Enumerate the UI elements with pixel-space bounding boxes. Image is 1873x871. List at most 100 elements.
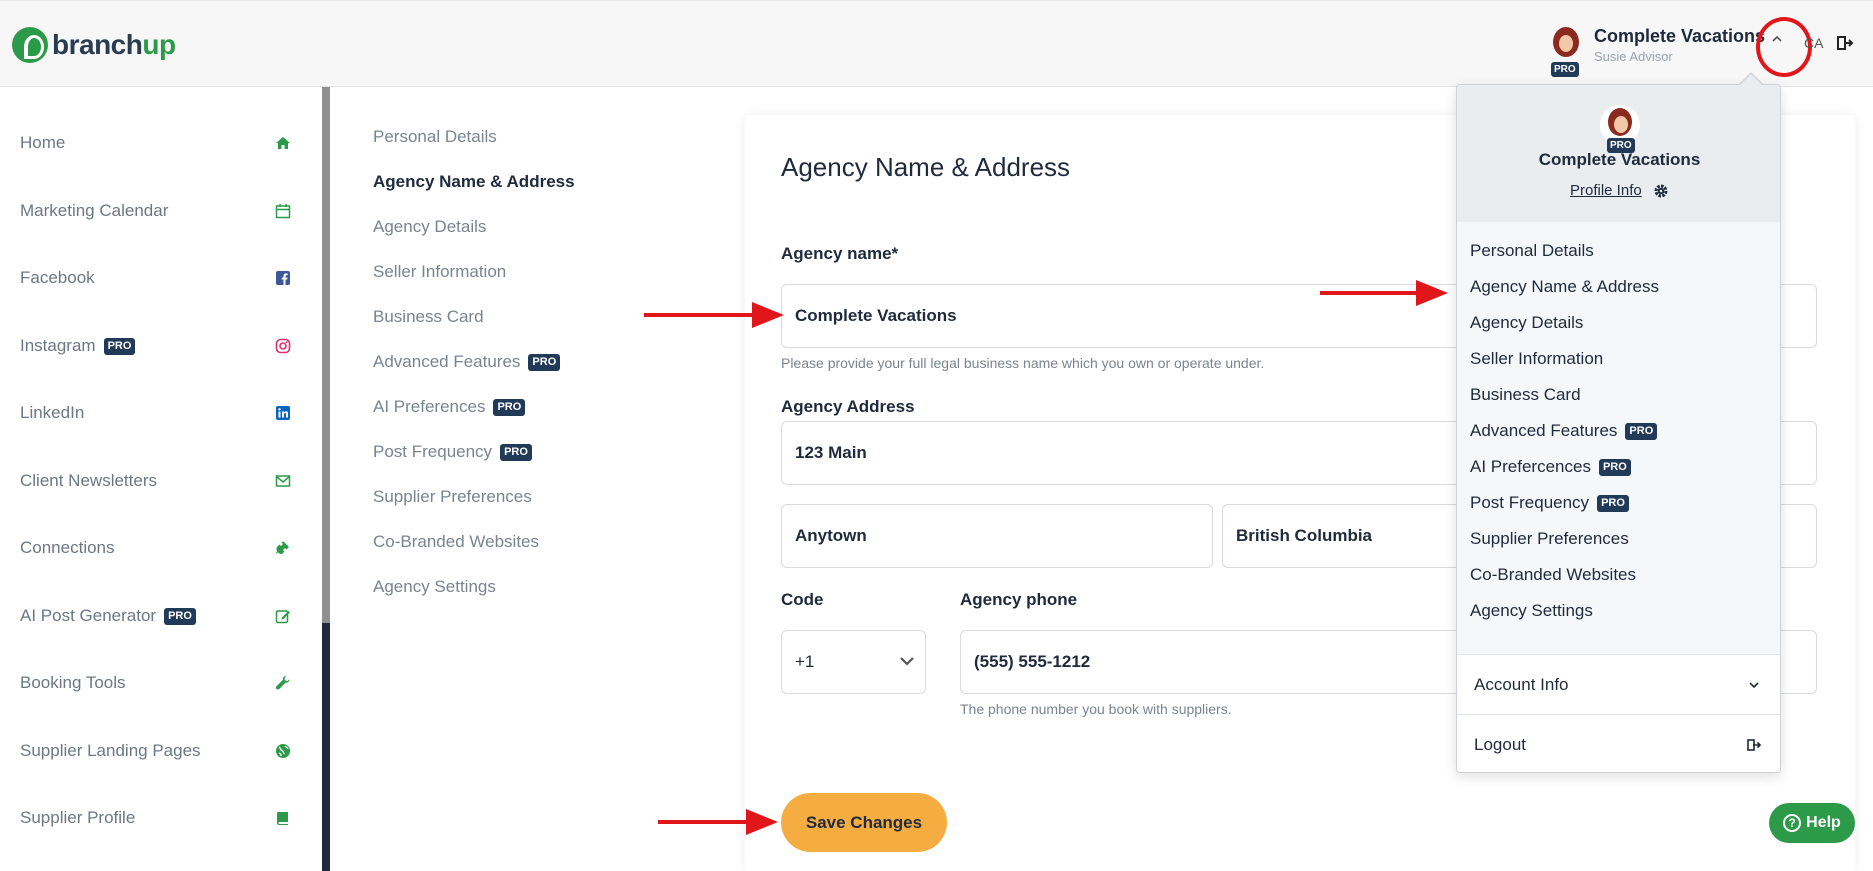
app-root: branchup PRO Complete Vacations Susie Ad…	[0, 0, 1873, 871]
logo-text-up: up	[142, 29, 176, 60]
avatar-face-icon	[1553, 27, 1579, 57]
settings-nav-label: Agency Name & Address	[373, 172, 575, 191]
sidebar-item-label: Supplier Profile	[20, 808, 136, 827]
country-code-value: +1	[795, 652, 815, 671]
agency-phone-label: Agency phone	[960, 590, 1078, 609]
dropdown-item-advanced-features[interactable]: Advanced Features PRO	[1470, 421, 1658, 441]
header-user-name: Susie Advisor	[1594, 49, 1673, 64]
header-pro-badge: PRO	[1551, 62, 1579, 77]
save-changes-button[interactable]: Save Changes	[781, 793, 947, 852]
agency-name-label: Agency name*	[781, 244, 899, 263]
chevron-up-icon[interactable]	[1767, 31, 1787, 51]
sidebar-item-label: AI Post Generator	[20, 606, 157, 625]
dropdown-header: PRO Complete Vacations Profile Info	[1457, 85, 1780, 222]
plug-icon	[274, 539, 292, 557]
sidebar-scrollbar-thumb[interactable]	[322, 87, 330, 623]
dropdown-item-business-card[interactable]: Business Card	[1470, 385, 1581, 405]
sidebar-item-linkedin[interactable]: LinkedIn	[20, 398, 300, 428]
dropdown-item-post-frequency[interactable]: Post Frequency PRO	[1470, 493, 1629, 513]
logo-text-branch: branch	[52, 29, 143, 60]
branchup-logo[interactable]: branchup	[12, 25, 176, 65]
annotation-arrow-save	[658, 809, 778, 835]
instagram-icon	[274, 337, 292, 355]
sidebar-item-connections[interactable]: Connections	[20, 533, 300, 563]
settings-nav-supplier-preferences[interactable]: Supplier Preferences	[373, 487, 532, 507]
envelope-icon	[274, 472, 292, 490]
help-button[interactable]: ? Help	[1769, 803, 1855, 843]
profile-info-link[interactable]: Profile Info	[1570, 182, 1642, 199]
account-dropdown: PRO Complete Vacations Profile Info Pers…	[1456, 84, 1781, 773]
dropdown-item-personal-details[interactable]: Personal Details	[1470, 241, 1594, 261]
linkedin-icon	[274, 404, 292, 422]
sidebar-item-label: Booking Tools	[20, 673, 126, 692]
dropdown-item-agency-settings[interactable]: Agency Settings	[1470, 601, 1593, 621]
city-input[interactable]: Anytown	[781, 504, 1213, 568]
chevron-down-icon	[1746, 677, 1762, 693]
sidebar-item-label: Client Newsletters	[20, 471, 157, 490]
sidebar-item-label: Instagram	[20, 336, 96, 355]
sidebar-item-facebook[interactable]: Facebook	[20, 263, 300, 293]
sidebar-item-home[interactable]: Home	[20, 128, 300, 158]
pro-badge: PRO	[493, 398, 526, 416]
dropdown-caret-inner	[1740, 74, 1762, 85]
settings-nav-co-branded-websites[interactable]: Co-Branded Websites	[373, 532, 539, 552]
language-toggle[interactable]: CA	[1804, 35, 1823, 51]
settings-nav-agency-settings[interactable]: Agency Settings	[373, 577, 496, 597]
dropdown-item-agency-details[interactable]: Agency Details	[1470, 313, 1583, 333]
country-code-select[interactable]: +1	[781, 630, 926, 694]
settings-nav-seller-information[interactable]: Seller Information	[373, 262, 506, 282]
sidebar-item-booking-tools[interactable]: Booking Tools	[20, 668, 300, 698]
dropdown-item-label: Business Card	[1470, 385, 1581, 404]
sidebar-item-marketing-calendar[interactable]: Marketing Calendar	[20, 196, 300, 226]
logout-label: Logout	[1474, 735, 1526, 754]
branchup-logo-mark-icon	[12, 27, 48, 63]
dropdown-item-label: Supplier Preferences	[1470, 529, 1629, 548]
header-account-name[interactable]: Complete Vacations	[1594, 26, 1765, 47]
dropdown-item-ai-preferences[interactable]: AI Prefercences PRO	[1470, 457, 1631, 477]
dropdown-item-co-branded-websites[interactable]: Co-Branded Websites	[1470, 565, 1636, 585]
sidebar-item-instagram[interactable]: Instagram PRO	[20, 331, 300, 361]
chevron-down-icon	[899, 653, 915, 669]
home-icon	[274, 134, 292, 152]
help-label: Help	[1806, 814, 1841, 831]
pro-badge: PRO	[1597, 494, 1629, 512]
settings-nav-label: Business Card	[373, 307, 484, 326]
dropdown-item-supplier-preferences[interactable]: Supplier Preferences	[1470, 529, 1629, 549]
dropdown-item-seller-information[interactable]: Seller Information	[1470, 349, 1603, 369]
settings-nav-ai-preferences[interactable]: AI Preferences PRO	[373, 397, 526, 417]
header-avatar[interactable]	[1549, 27, 1583, 67]
settings-nav-label: Personal Details	[373, 127, 497, 146]
sidebar-item-client-newsletters[interactable]: Client Newsletters	[20, 466, 300, 496]
page-title: Agency Name & Address	[781, 152, 1071, 182]
settings-nav-agency-name-address[interactable]: Agency Name & Address	[373, 172, 575, 192]
settings-nav-personal-details[interactable]: Personal Details	[373, 127, 497, 147]
dropdown-item-label: Seller Information	[1470, 349, 1604, 368]
pro-badge: PRO	[1625, 422, 1658, 440]
agency-address-label: Agency Address	[781, 397, 915, 416]
top-header: branchup PRO Complete Vacations Susie Ad…	[0, 0, 1873, 87]
settings-nav-label: AI Preferences	[373, 397, 486, 416]
dropdown-account-name: Complete Vacations	[1538, 150, 1701, 169]
logout-icon[interactable]	[1836, 34, 1854, 52]
gear-icon[interactable]	[1653, 183, 1669, 199]
settings-nav-business-card[interactable]: Business Card	[373, 307, 484, 327]
calendar-icon	[274, 202, 292, 220]
dropdown-item-label: Co-Branded Websites	[1470, 565, 1636, 584]
pro-badge: PRO	[528, 353, 561, 371]
sidebar-item-supplier-profile[interactable]: Supplier Profile	[20, 803, 300, 833]
logout-row[interactable]: Logout	[1457, 714, 1780, 772]
sidebar-item-supplier-landing-pages[interactable]: Supplier Landing Pages	[20, 736, 300, 766]
dropdown-item-agency-name-address[interactable]: Agency Name & Address	[1470, 277, 1659, 297]
avatar-face-icon	[1608, 108, 1632, 136]
sidebar-item-ai-post-generator[interactable]: AI Post Generator PRO	[20, 601, 300, 631]
dropdown-item-label: AI Prefercences	[1470, 457, 1591, 476]
settings-nav-post-frequency[interactable]: Post Frequency PRO	[373, 442, 532, 462]
code-label: Code	[781, 590, 824, 609]
account-info-toggle[interactable]: Account Info	[1457, 654, 1780, 714]
settings-nav-advanced-features[interactable]: Advanced Features PRO	[373, 352, 561, 372]
pro-badge: PRO	[1598, 458, 1631, 476]
dropdown-item-label: Agency Details	[1470, 313, 1584, 332]
settings-nav-agency-details[interactable]: Agency Details	[373, 217, 486, 237]
settings-nav-label: Agency Details	[373, 217, 487, 236]
book-icon	[274, 809, 292, 827]
